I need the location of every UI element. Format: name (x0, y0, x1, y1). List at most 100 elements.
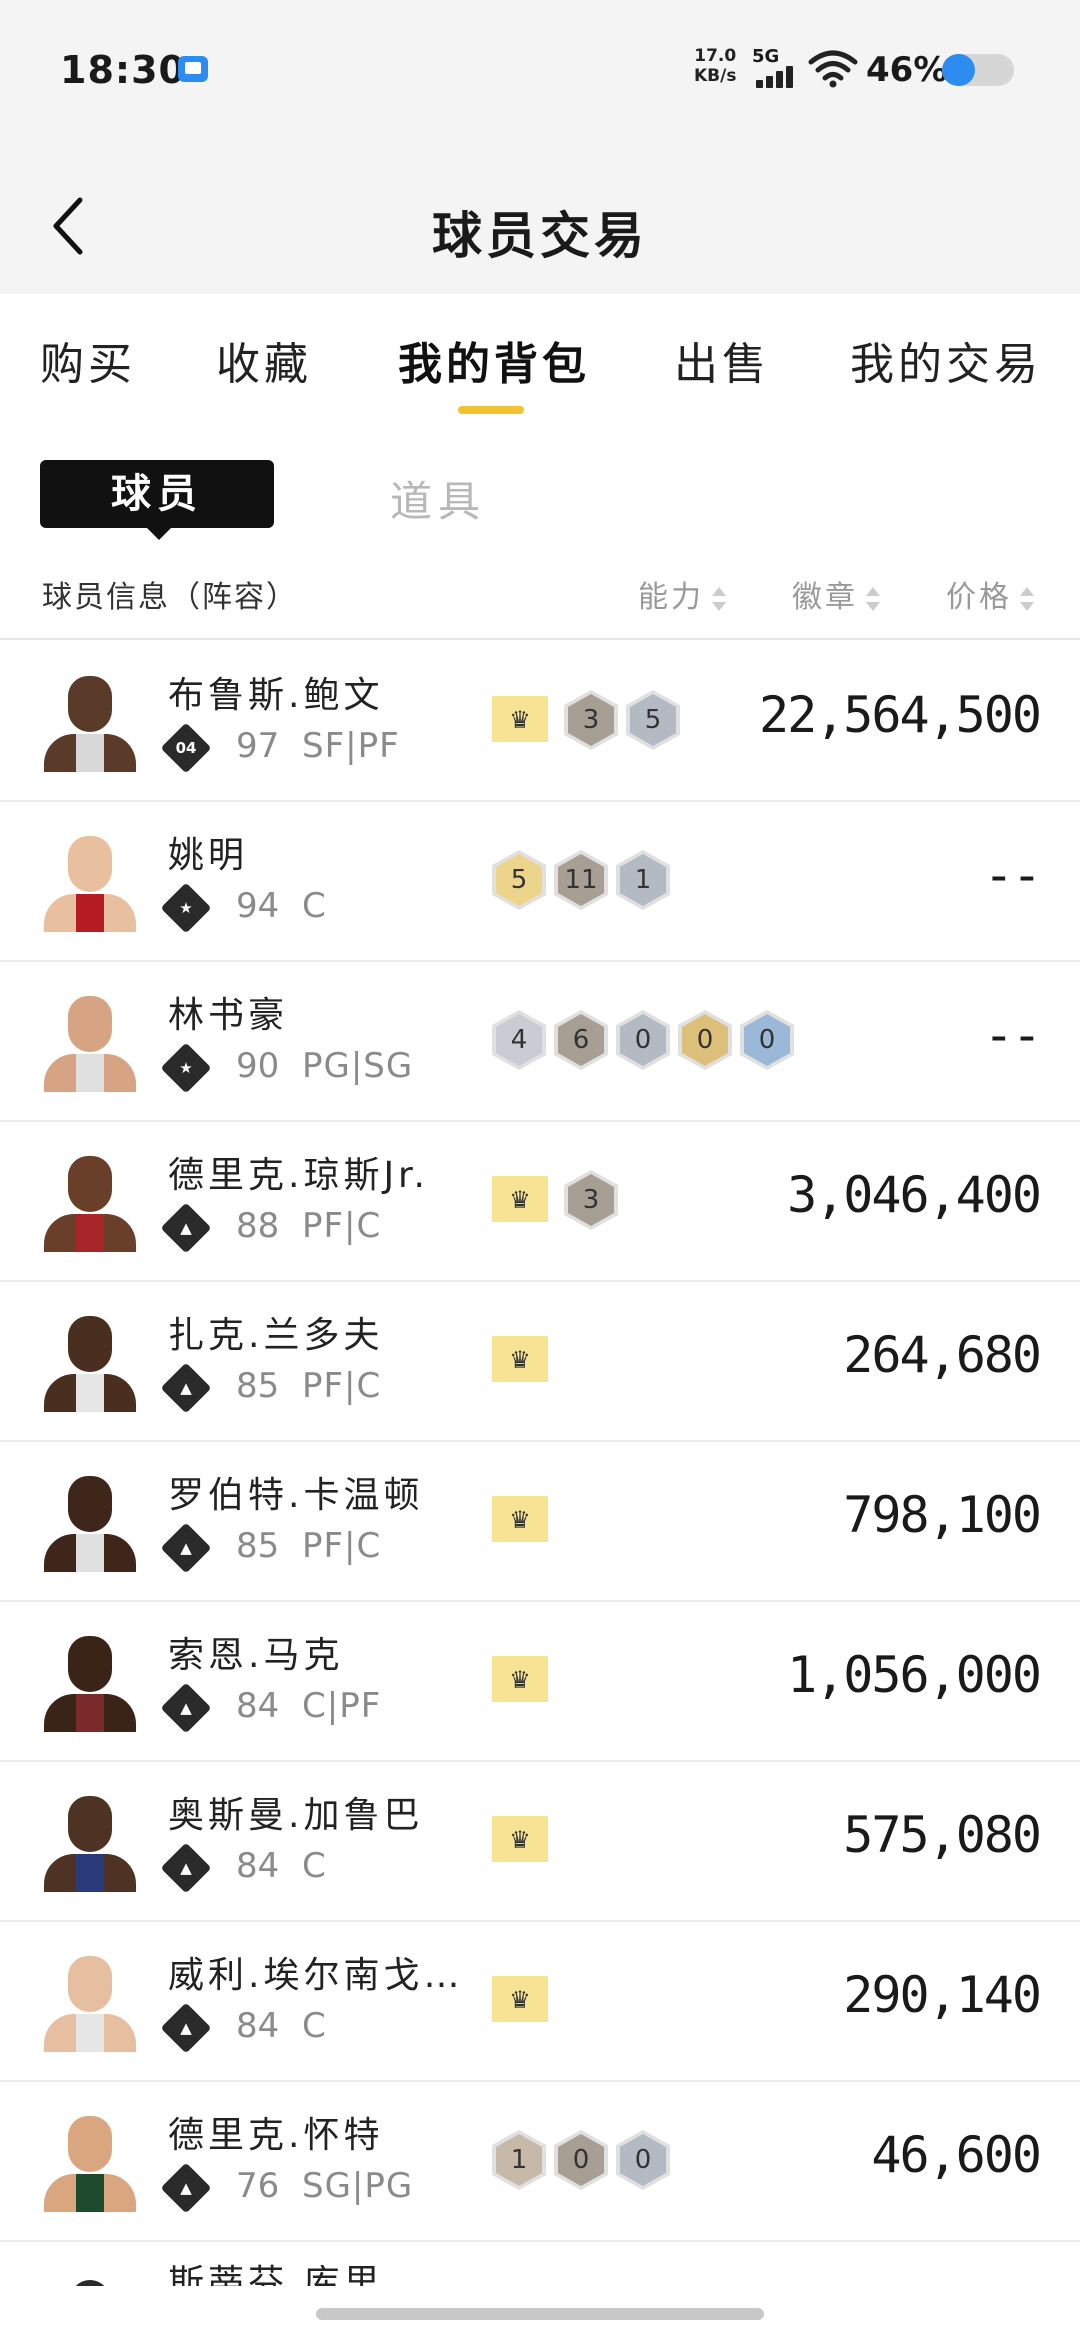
column-badge[interactable]: 徽章 (792, 572, 880, 616)
player-name: 威利.埃尔南戈… (168, 1955, 464, 1996)
player-name: 索恩.马克 (168, 1635, 344, 1676)
crown-badge-icon: ♛ (492, 1336, 548, 1382)
badge-count: 3 (568, 1174, 614, 1226)
player-rating: 85 (236, 1366, 280, 1406)
player-rating: 97 (236, 726, 280, 766)
tier-label: ▲ (180, 2179, 192, 2197)
column-player-info: 球员信息（阵容） (42, 580, 298, 615)
tab-my-trades[interactable]: 我的交易 (850, 328, 1042, 392)
partial-avatar (70, 2280, 110, 2286)
player-position: SF|PF (302, 726, 400, 766)
signal-bars-icon (756, 66, 796, 88)
player-name: 罗伯特.卡温顿 (168, 1475, 424, 1516)
badge-count: 0 (558, 2134, 604, 2186)
subtab-players[interactable]: 球员 (40, 460, 274, 540)
badge-hex-icon: 3 (564, 690, 618, 750)
player-row[interactable]: 林书豪 ★ 90 PG|SG 46000 -- (0, 962, 1080, 1122)
player-name: 布鲁斯.鲍文 (168, 675, 384, 716)
tab-favorites[interactable]: 收藏 (216, 328, 312, 392)
tier-label: ▲ (180, 2019, 192, 2037)
tier-label: ▲ (180, 1539, 192, 1557)
player-row[interactable]: 姚明 ★ 94 C 5 11 1 -- (0, 802, 1080, 962)
player-row[interactable]: 德里克.琼斯Jr. ▲ 88 PF|C ♛ 3 3,046,400 (0, 1122, 1080, 1282)
player-position: PF|C (302, 1526, 382, 1566)
avatar (40, 1948, 140, 2052)
network-type-label: 5G (752, 46, 780, 67)
avatar (40, 1308, 140, 1412)
player-price: -- (983, 1006, 1042, 1064)
badge-count: 0 (744, 1014, 790, 1066)
badge-count: 11 (558, 854, 604, 906)
crown-badge-icon: ♛ (492, 1496, 548, 1542)
player-rating: 84 (236, 1686, 280, 1726)
column-price[interactable]: 价格 (946, 572, 1034, 616)
badge-hex-icon: 3 (564, 1170, 618, 1230)
status-bar: 18:30 17.0 KB/s 5G 46% (0, 0, 1080, 140)
player-rating: 90 (236, 1046, 280, 1086)
badge-count: 4 (496, 1014, 542, 1066)
player-name: 扎克.兰多夫 (168, 1315, 384, 1356)
sort-icon (1020, 586, 1034, 611)
player-row[interactable]: 罗伯特.卡温顿 ▲ 85 PF|C ♛ 798,100 (0, 1442, 1080, 1602)
player-row[interactable]: 威利.埃尔南戈… ▲ 84 C ♛ 290,140 (0, 1922, 1080, 2082)
column-badge-label: 徽章 (792, 580, 858, 615)
player-position: PF|C (302, 1206, 382, 1246)
crown-badge-icon: ♛ (492, 1816, 548, 1862)
player-rating: 94 (236, 886, 280, 926)
subtab-items[interactable]: 道具 (390, 468, 486, 529)
badge-hex-icon: 5 (626, 690, 680, 750)
partial-next-row: 斯蒂芬.库里 (0, 2246, 1080, 2286)
crown-badge-icon: ♛ (492, 1176, 548, 1222)
player-row[interactable]: 德里克.怀特 ▲ 76 SG|PG 100 46,600 (0, 2082, 1080, 2242)
tab-buy[interactable]: 购买 (40, 328, 136, 392)
partial-row-name: 斯蒂芬.库里 (168, 2263, 384, 2286)
player-row[interactable]: 索恩.马克 ▲ 84 C|PF ♛ 1,056,000 (0, 1602, 1080, 1762)
player-price: 46,600 (871, 2126, 1042, 2184)
player-position: PG|SG (302, 1046, 414, 1086)
column-ability[interactable]: 能力 (638, 572, 726, 616)
avatar (40, 988, 140, 1092)
tier-label: 04 (175, 739, 197, 757)
badge-hex-icon: 1 (492, 2130, 546, 2190)
player-price: 798,100 (843, 1486, 1042, 1544)
player-row[interactable]: 奥斯曼.加鲁巴 ▲ 84 C ♛ 575,080 (0, 1762, 1080, 1922)
tier-label: ▲ (180, 1859, 192, 1877)
home-indicator[interactable] (316, 2308, 764, 2320)
player-position: C (302, 886, 327, 926)
sort-icon (866, 586, 880, 611)
network-speed: 17.0 KB/s (694, 46, 736, 86)
badge-hex-icon: 0 (554, 2130, 608, 2190)
player-price: 575,080 (843, 1806, 1042, 1864)
badge-hex-icon: 5 (492, 850, 546, 910)
player-price: 1,056,000 (787, 1646, 1042, 1704)
tab-my-backpack[interactable]: 我的背包 (398, 328, 590, 392)
main-tabs: 购买 收藏 我的背包 出售 我的交易 (0, 294, 1080, 424)
player-position: PF|C (302, 1366, 382, 1406)
top-app-bar: 18:30 17.0 KB/s 5G 46% 球员交易 (0, 0, 1080, 294)
tier-label: ▲ (180, 1219, 192, 1237)
notification-app-icon (178, 56, 208, 82)
player-row[interactable]: 扎克.兰多夫 ▲ 85 PF|C ♛ 264,680 (0, 1282, 1080, 1442)
badge-count: 5 (496, 854, 542, 906)
page-title: 球员交易 (432, 207, 648, 265)
player-price: -- (983, 846, 1042, 904)
badge-count: 3 (568, 694, 614, 746)
column-ability-label: 能力 (638, 580, 704, 615)
badge-count: 0 (620, 1014, 666, 1066)
badge-hex-icon: 6 (554, 1010, 608, 1070)
player-name: 奥斯曼.加鲁巴 (168, 1795, 424, 1836)
player-position: C (302, 2006, 327, 2046)
player-rating: 88 (236, 1206, 280, 1246)
player-name: 姚明 (168, 835, 249, 876)
player-position: SG|PG (302, 2166, 414, 2206)
active-tab-indicator (458, 406, 524, 414)
tier-label: ★ (179, 899, 193, 917)
badge-count: 1 (620, 854, 666, 906)
player-row[interactable]: 布鲁斯.鲍文 04 97 SF|PF ♛ 3 5 22,564,500 (0, 642, 1080, 802)
player-name: 德里克.琼斯Jr. (168, 1155, 430, 1196)
network-speed-unit: KB/s (694, 66, 737, 86)
player-price: 290,140 (843, 1966, 1042, 2024)
tab-sell[interactable]: 出售 (674, 328, 770, 392)
badge-count: 0 (620, 2134, 666, 2186)
wifi-icon (808, 50, 858, 88)
